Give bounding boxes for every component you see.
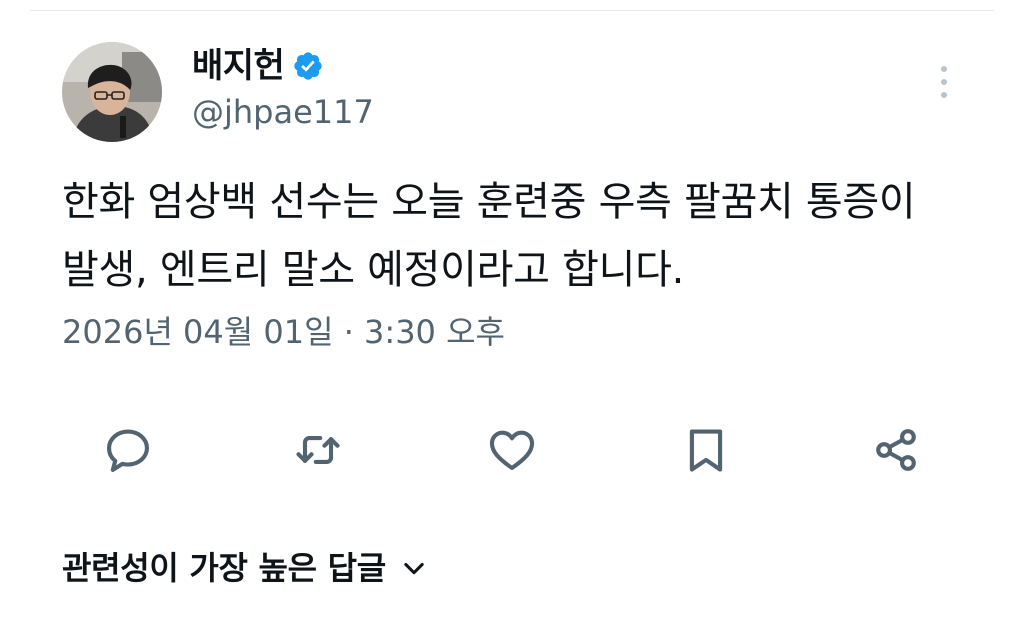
chevron-down-icon [404, 562, 424, 575]
tweet-text-line: 한화 엄상백 선수는 오늘 훈련중 우측 팔꿈치 통증이 [62, 179, 916, 225]
like-button[interactable] [482, 415, 542, 485]
retweet-button[interactable] [288, 415, 348, 485]
profile-photo-icon [62, 42, 162, 142]
share-icon [876, 429, 916, 471]
display-name[interactable]: 배지헌 [192, 44, 285, 88]
author-name[interactable]: 배지헌 [192, 44, 324, 88]
more-dot [941, 66, 947, 72]
speech-bubble-icon [106, 429, 150, 472]
bookmark-icon [689, 429, 723, 472]
bookmark-button[interactable] [676, 415, 736, 485]
more-dot [941, 92, 947, 98]
tweet-text: 한화 엄상백 선수는 오늘 훈련중 우측 팔꿈치 통증이 발생, 엔트리 말소 … [62, 168, 982, 304]
tweet-timestamp[interactable]: 2026년 04월 01일 · 3:30 오후 [62, 306, 505, 358]
more-dot [941, 79, 947, 85]
tweet-text-line: 발생, 엔트리 말소 예정이라고 합니다. [62, 247, 684, 293]
top-divider [30, 10, 994, 11]
action-bar [0, 415, 1024, 485]
author-handle[interactable]: @jhpae117 [192, 92, 374, 132]
verified-badge-icon [294, 52, 323, 80]
more-options-button[interactable] [930, 62, 958, 102]
share-button[interactable] [866, 415, 926, 485]
avatar[interactable] [62, 42, 162, 142]
retweet-icon [296, 436, 340, 464]
heart-icon [489, 430, 535, 471]
replies-sort-dropdown[interactable]: 관련성이 가장 높은 답글 [62, 542, 428, 594]
reply-button[interactable] [98, 415, 158, 485]
replies-sort-label: 관련성이 가장 높은 답글 [62, 549, 386, 587]
